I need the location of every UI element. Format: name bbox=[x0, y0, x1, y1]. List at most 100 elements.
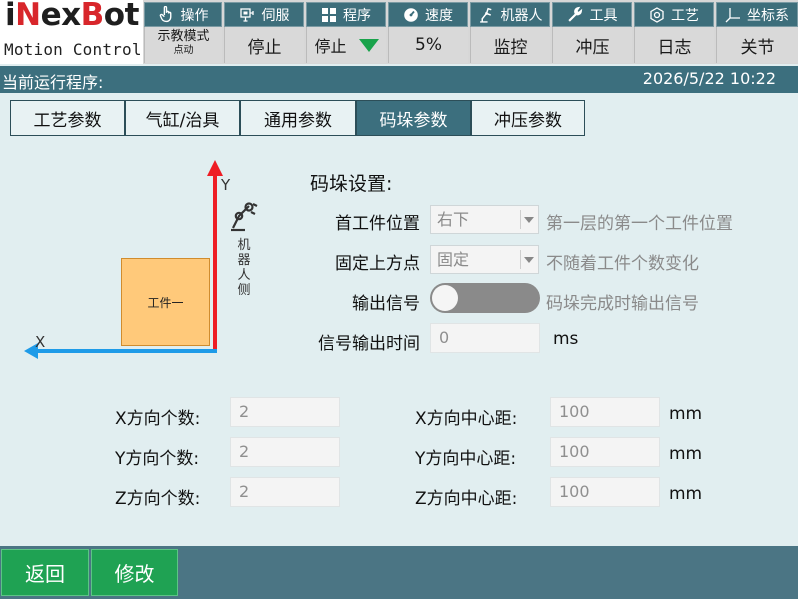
tab-label: 码垛参数 bbox=[379, 110, 448, 131]
y-axis-label: Y bbox=[221, 176, 231, 194]
tab-cylinder-fixture[interactable]: 气缸/治具 bbox=[125, 100, 240, 136]
z-pitch-input[interactable]: 100 bbox=[550, 477, 660, 507]
speed-value-button[interactable]: 5% bbox=[388, 27, 468, 63]
tab-label: 工艺参数 bbox=[33, 110, 102, 131]
first-position-select[interactable]: 右下 bbox=[430, 205, 539, 234]
menu-coordinate-button[interactable]: 坐标系 bbox=[716, 2, 798, 27]
menu-speed-button[interactable]: 速度 bbox=[388, 2, 468, 27]
palletizing-settings-title: 码垛设置: bbox=[310, 173, 393, 195]
tab-palletizing-params[interactable]: 码垛参数 bbox=[356, 100, 471, 136]
menu-operate-button[interactable]: 操作 bbox=[144, 2, 222, 27]
servo-status-button[interactable]: 停止 bbox=[224, 27, 304, 63]
select-divider bbox=[520, 210, 521, 229]
logo-letter: i bbox=[5, 0, 16, 33]
output-signal-toggle[interactable] bbox=[430, 283, 540, 313]
program-grid-icon bbox=[322, 7, 336, 22]
program-status-button[interactable]: 停止 bbox=[306, 27, 386, 63]
first-position-hint: 第一层的第一个工件位置 bbox=[546, 214, 733, 234]
logo-letter: B bbox=[80, 0, 105, 33]
back-button[interactable]: 返回 bbox=[1, 549, 89, 596]
tab-press-params[interactable]: 冲压参数 bbox=[471, 100, 585, 136]
menu-tool-button[interactable]: 工具 bbox=[552, 2, 632, 27]
logo-brand: iNexBot bbox=[5, 0, 139, 33]
z-pitch-label: Z方向中心距: bbox=[415, 489, 518, 509]
log-label: 日志 bbox=[657, 37, 692, 58]
workpiece-label: 工件一 bbox=[147, 295, 184, 310]
y-pitch-label: Y方向中心距: bbox=[415, 449, 517, 469]
tab-label: 气缸/治具 bbox=[145, 110, 220, 131]
z-count-label: Z方向个数: bbox=[115, 489, 201, 509]
x-count-input[interactable]: 2 bbox=[230, 397, 340, 427]
menu-servo-button[interactable]: 伺服 bbox=[224, 2, 304, 27]
first-position-label: 首工件位置 bbox=[335, 214, 420, 234]
robot-side-char: 机 bbox=[237, 238, 251, 253]
robot-arm-icon bbox=[479, 7, 492, 23]
logo-letter: ot bbox=[103, 0, 140, 33]
logo-subtitle: Motion Control bbox=[4, 40, 142, 59]
stop-label: 停止 bbox=[314, 37, 347, 56]
fixed-top-label: 固定上方点 bbox=[335, 254, 420, 274]
header-bar: iNexBot Motion Control 操作 伺服 程序 速度 机器人 工… bbox=[0, 0, 798, 64]
speed-gauge-icon bbox=[404, 7, 418, 22]
input-value: 100 bbox=[559, 442, 590, 461]
teach-mode-button[interactable]: 示教模式 点动 bbox=[144, 27, 222, 63]
menu-label: 程序 bbox=[343, 7, 371, 24]
robot-arm-icon bbox=[231, 202, 258, 232]
input-value: 2 bbox=[239, 482, 250, 501]
monitor-button[interactable]: 监控 bbox=[470, 27, 550, 63]
wrench-icon bbox=[567, 6, 582, 22]
x-count-label: X方向个数: bbox=[115, 409, 201, 429]
input-value: 2 bbox=[239, 442, 250, 461]
x-pitch-unit: mm bbox=[669, 404, 703, 424]
menu-label: 工艺 bbox=[671, 7, 699, 24]
dropdown-triangle-icon bbox=[358, 38, 379, 52]
tab-general-params[interactable]: 通用参数 bbox=[240, 100, 356, 136]
x-pitch-input[interactable]: 100 bbox=[550, 397, 660, 427]
datetime: 2026/5/22 10:22 bbox=[642, 69, 776, 88]
joint-button[interactable]: 关节 bbox=[716, 27, 798, 63]
workpiece-box: 工件一 bbox=[121, 258, 210, 346]
press-button[interactable]: 冲压 bbox=[552, 27, 632, 63]
speed-value: 5% bbox=[415, 35, 442, 55]
y-pitch-unit: mm bbox=[669, 444, 703, 464]
jog-label: 点动 bbox=[173, 45, 194, 56]
menu-label: 操作 bbox=[180, 7, 209, 24]
y-count-input[interactable]: 2 bbox=[230, 437, 340, 467]
logo-letter: N bbox=[15, 0, 41, 33]
menu-label: 速度 bbox=[425, 7, 453, 24]
y-count-label: Y方向个数: bbox=[115, 449, 200, 469]
mode-label: 示教模式 bbox=[157, 29, 210, 44]
joint-label: 关节 bbox=[740, 37, 775, 58]
robot-side-char: 器 bbox=[237, 253, 251, 268]
monitor-label: 监控 bbox=[493, 37, 528, 58]
signal-time-input[interactable]: 0 bbox=[430, 323, 540, 353]
y-pitch-input[interactable]: 100 bbox=[550, 437, 660, 467]
tab-label: 冲压参数 bbox=[494, 110, 562, 131]
z-count-input[interactable]: 2 bbox=[230, 477, 340, 507]
chevron-down-icon bbox=[524, 257, 534, 263]
robot-side-char: 侧 bbox=[237, 283, 251, 298]
menu-program-button[interactable]: 程序 bbox=[306, 2, 386, 27]
menu-process-button[interactable]: 工艺 bbox=[634, 2, 714, 27]
chevron-down-icon bbox=[524, 217, 534, 223]
menu-robot-button[interactable]: 机器人 bbox=[470, 2, 550, 27]
modify-button[interactable]: 修改 bbox=[91, 549, 178, 596]
fixed-top-hint: 不随着工件个数变化 bbox=[546, 254, 699, 274]
fixed-top-select[interactable]: 固定 bbox=[430, 245, 539, 274]
tab-process-params[interactable]: 工艺参数 bbox=[10, 100, 125, 136]
process-icon bbox=[650, 6, 664, 23]
input-value: 100 bbox=[559, 402, 590, 421]
back-label: 返回 bbox=[25, 562, 65, 586]
press-label: 冲压 bbox=[575, 37, 610, 58]
signal-time-unit: ms bbox=[553, 329, 579, 349]
select-divider bbox=[520, 250, 521, 269]
tab-label: 通用参数 bbox=[264, 110, 332, 131]
input-value: 100 bbox=[559, 482, 590, 501]
y-axis-arrow bbox=[207, 160, 223, 176]
logo-letter: ex bbox=[40, 0, 82, 33]
select-value: 右下 bbox=[437, 210, 470, 229]
log-button[interactable]: 日志 bbox=[634, 27, 714, 63]
robot-side-label: 机 器 人 侧 bbox=[236, 238, 252, 298]
signal-time-label: 信号输出时间 bbox=[318, 334, 420, 354]
menu-label: 坐标系 bbox=[747, 7, 789, 24]
